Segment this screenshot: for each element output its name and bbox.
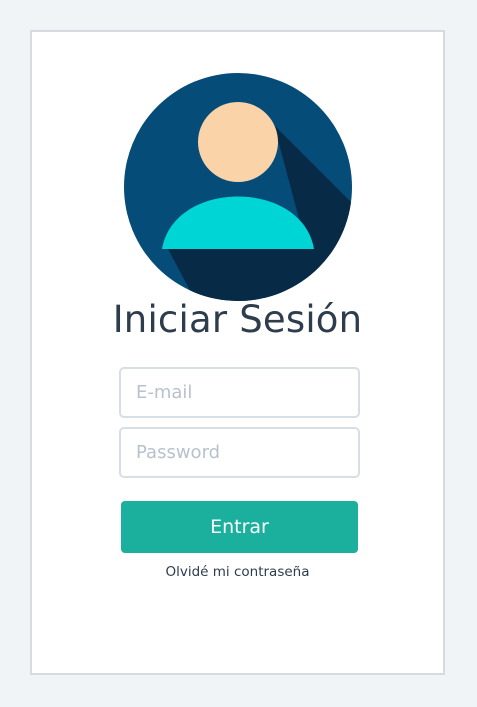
login-card: Iniciar Sesión Entrar Olvidé mi contrase… [30, 30, 445, 675]
email-field[interactable] [119, 367, 360, 418]
login-title: Iniciar Sesión [112, 298, 363, 341]
submit-button[interactable]: Entrar [121, 501, 358, 553]
user-avatar-icon [124, 73, 352, 301]
password-field[interactable] [119, 427, 360, 478]
forgot-password-link[interactable]: Olvidé mi contraseña [32, 563, 443, 581]
